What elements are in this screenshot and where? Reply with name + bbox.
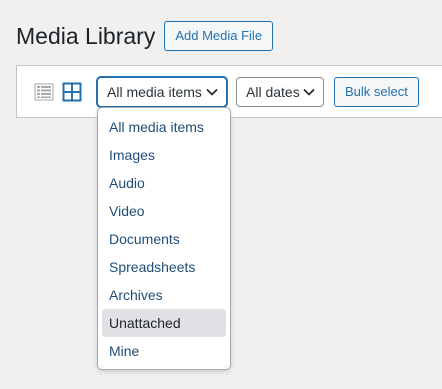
date-filter-value: All dates	[246, 84, 300, 100]
dropdown-option-video[interactable]: Video	[102, 197, 226, 225]
date-filter-select[interactable]: All dates	[236, 77, 324, 107]
dropdown-option-unattached[interactable]: Unattached	[102, 309, 226, 337]
page-header: Media Library Add Media File	[16, 21, 274, 51]
dropdown-option-spreadsheets[interactable]: Spreadsheets	[102, 253, 226, 281]
dropdown-option-all-media-items[interactable]: All media items	[102, 113, 226, 141]
dropdown-option-images[interactable]: Images	[102, 141, 226, 169]
bulk-select-button[interactable]: Bulk select	[334, 77, 419, 107]
add-media-file-button[interactable]: Add Media File	[164, 21, 274, 51]
grid-view-icon[interactable]	[62, 82, 82, 102]
media-type-filter-value: All media items	[107, 84, 202, 100]
media-type-filter-select[interactable]: All media items	[97, 77, 227, 107]
dropdown-option-documents[interactable]: Documents	[102, 225, 226, 253]
media-type-dropdown-list: All media items Images Audio Video Docum…	[97, 107, 231, 370]
list-view-icon[interactable]	[34, 82, 54, 102]
dropdown-option-audio[interactable]: Audio	[102, 169, 226, 197]
chevron-down-icon	[206, 88, 218, 96]
dropdown-option-mine[interactable]: Mine	[102, 337, 226, 365]
chevron-down-icon	[303, 88, 315, 96]
page-title: Media Library	[16, 22, 156, 49]
dropdown-option-archives[interactable]: Archives	[102, 281, 226, 309]
